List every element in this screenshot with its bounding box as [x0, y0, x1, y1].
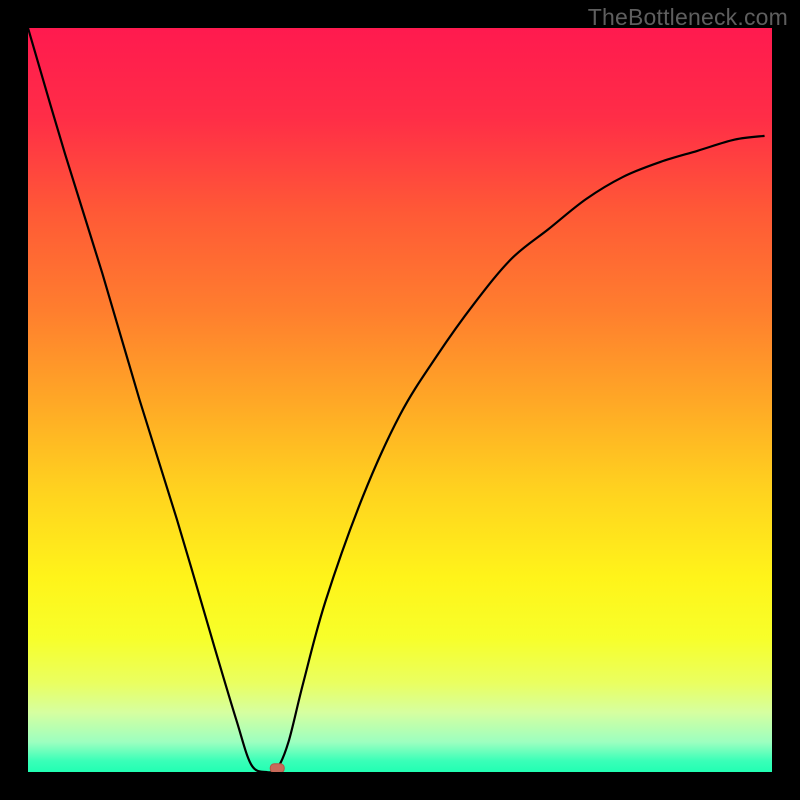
chart-frame [28, 28, 772, 772]
bottleneck-chart [28, 28, 772, 772]
watermark-text: TheBottleneck.com [588, 4, 788, 31]
optimal-point-marker [270, 764, 284, 772]
